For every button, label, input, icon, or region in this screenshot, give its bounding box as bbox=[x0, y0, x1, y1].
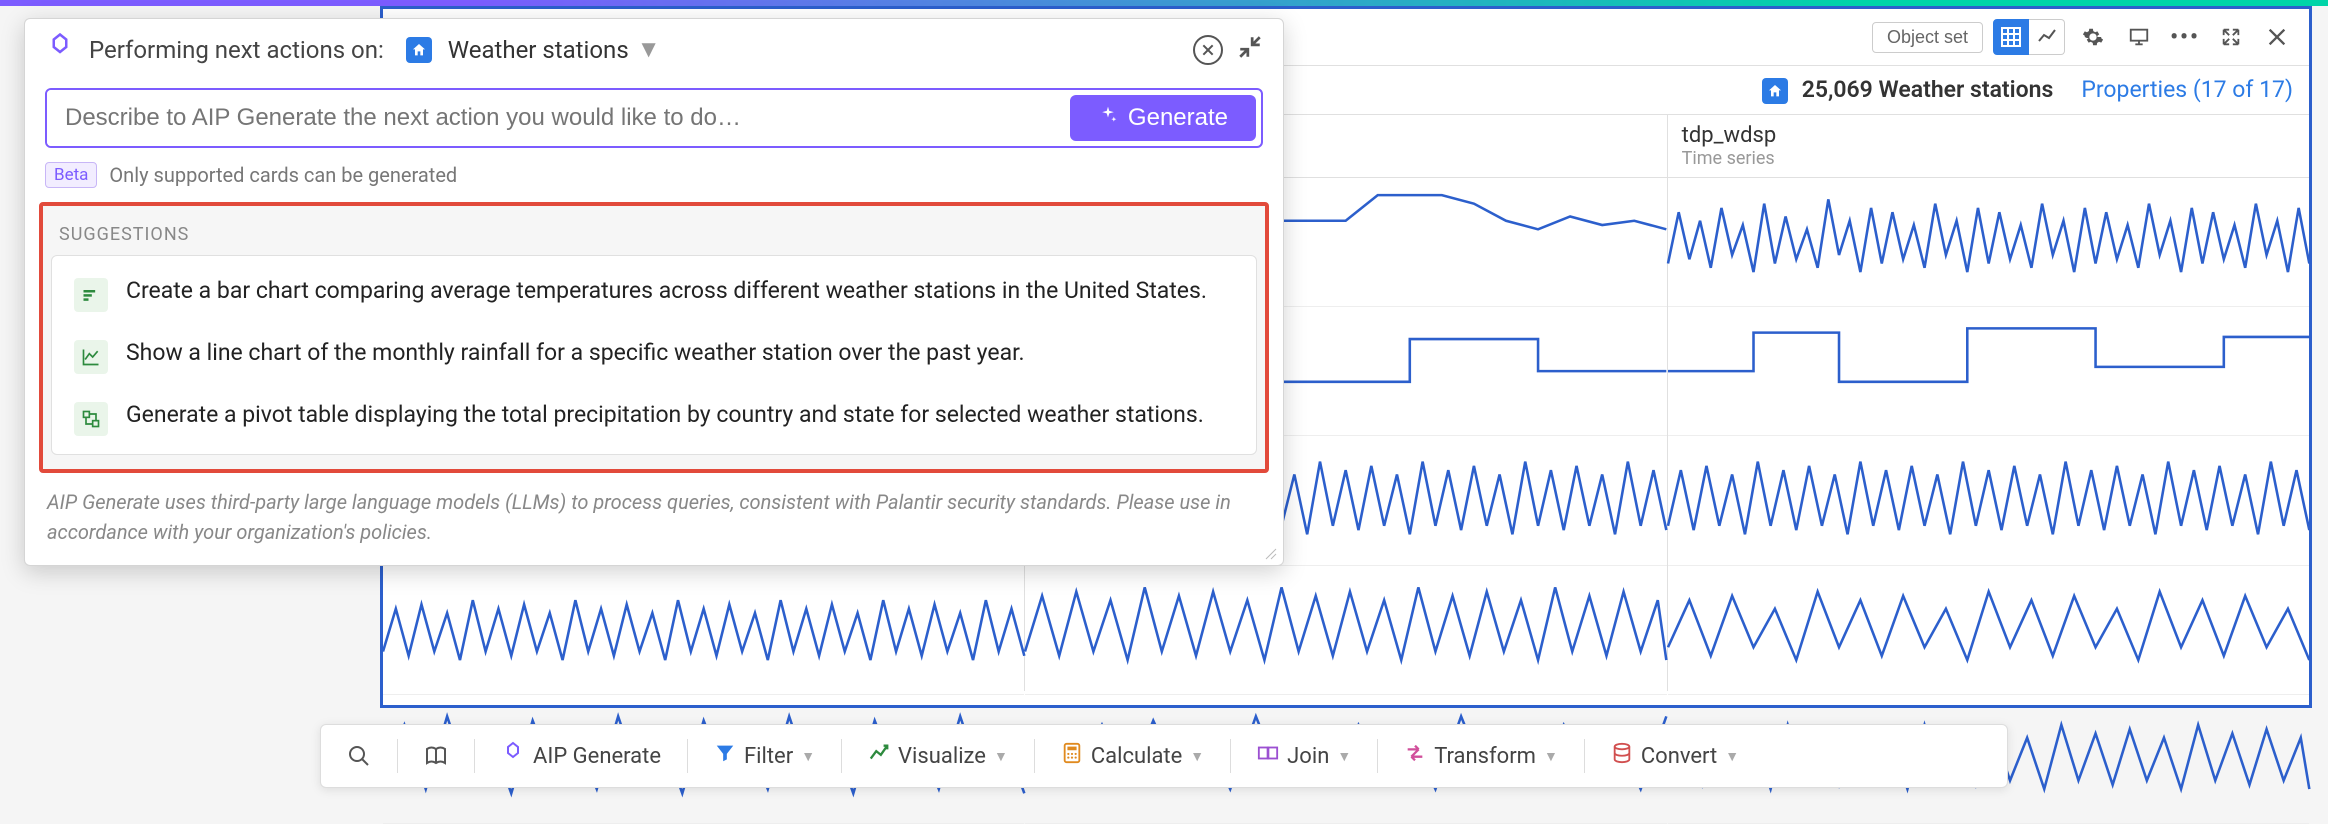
action-toolbar: AIP Generate Filter ▼ Visualize ▼ Calcul… bbox=[320, 724, 2008, 788]
close-icon[interactable] bbox=[2259, 19, 2295, 55]
suggestions-section: SUGGESTIONS Create a bar chart comparing… bbox=[39, 202, 1269, 473]
database-icon bbox=[1611, 742, 1633, 770]
chevron-down-icon: ▼ bbox=[1190, 748, 1204, 765]
visualize-button[interactable]: Visualize ▼ bbox=[854, 734, 1022, 778]
toolbar-label: Convert bbox=[1641, 744, 1717, 769]
calculate-button[interactable]: Calculate ▼ bbox=[1047, 734, 1218, 778]
properties-link[interactable]: Properties (17 of 17) bbox=[2081, 76, 2293, 103]
join-icon bbox=[1257, 742, 1279, 770]
chevron-down-icon: ▼ bbox=[1544, 748, 1558, 765]
resize-handle[interactable] bbox=[1263, 545, 1277, 559]
join-button[interactable]: Join ▼ bbox=[1243, 734, 1365, 778]
generate-button[interactable]: Generate bbox=[1070, 95, 1256, 141]
object-count: 25,069 Weather stations bbox=[1802, 76, 2054, 103]
home-icon bbox=[406, 37, 432, 63]
object-selector[interactable]: Weather stations ▼ bbox=[398, 31, 669, 68]
chevron-down-icon: ▼ bbox=[994, 748, 1008, 765]
sparkline-cell[interactable] bbox=[1668, 178, 2309, 307]
toolbar-label: Transform bbox=[1434, 744, 1536, 769]
expand-icon[interactable] bbox=[2213, 19, 2249, 55]
suggestion-text: Show a line chart of the monthly rainfal… bbox=[126, 336, 1025, 371]
line-chart-icon bbox=[74, 340, 108, 374]
calculator-icon bbox=[1061, 742, 1083, 770]
aip-logo-icon bbox=[501, 741, 525, 771]
sparkline-cell[interactable] bbox=[1668, 436, 2309, 565]
filter-icon bbox=[714, 742, 736, 770]
toolbar-label: Visualize bbox=[898, 744, 986, 769]
object-set-button[interactable]: Object set bbox=[1872, 22, 1983, 53]
beta-badge: Beta bbox=[45, 162, 97, 188]
search-button[interactable] bbox=[333, 736, 385, 776]
bar-chart-icon bbox=[74, 278, 108, 312]
toolbar-label: Join bbox=[1287, 744, 1329, 769]
suggestion-text: Create a bar chart comparing average tem… bbox=[126, 274, 1207, 309]
suggestion-item[interactable]: Create a bar chart comparing average tem… bbox=[52, 262, 1256, 324]
object-name: Weather stations bbox=[448, 36, 629, 64]
toolbar-label: Filter bbox=[744, 744, 793, 769]
suggestion-item[interactable]: Show a line chart of the monthly rainfal… bbox=[52, 324, 1256, 386]
chevron-down-icon: ▼ bbox=[1337, 748, 1351, 765]
chart-view-icon[interactable] bbox=[2029, 19, 2065, 55]
sparkline-cell[interactable] bbox=[1668, 566, 2309, 695]
toolbar-label: AIP Generate bbox=[533, 744, 661, 769]
present-icon[interactable] bbox=[2121, 19, 2157, 55]
aip-logo-icon bbox=[45, 32, 75, 68]
filter-button[interactable]: Filter ▼ bbox=[700, 734, 829, 778]
generate-label: Generate bbox=[1128, 104, 1228, 132]
disclaimer-text: AIP Generate uses third-party large lang… bbox=[25, 473, 1283, 565]
chevron-down-icon: ▼ bbox=[801, 748, 815, 765]
collapse-icon[interactable] bbox=[1237, 34, 1263, 66]
gear-icon[interactable] bbox=[2075, 19, 2111, 55]
transform-button[interactable]: Transform ▼ bbox=[1390, 734, 1572, 778]
table-view-icon[interactable] bbox=[1993, 19, 2029, 55]
sparkline-cell[interactable] bbox=[383, 566, 1024, 695]
sparkline-cell[interactable] bbox=[1668, 307, 2309, 436]
sparkline-cell[interactable] bbox=[1025, 566, 1666, 695]
beta-note: Only supported cards can be generated bbox=[109, 163, 457, 187]
aip-generate-button[interactable]: AIP Generate bbox=[487, 733, 675, 779]
aip-prompt-input[interactable] bbox=[47, 90, 1065, 146]
sparkle-icon bbox=[1098, 104, 1118, 132]
home-icon bbox=[1762, 78, 1788, 104]
chart-icon bbox=[868, 742, 890, 770]
aip-generate-panel: Performing next actions on: Weather stat… bbox=[24, 18, 1284, 566]
column-subtitle: Time series bbox=[1682, 148, 2295, 169]
book-button[interactable] bbox=[410, 736, 462, 776]
chevron-down-icon: ▼ bbox=[1725, 748, 1739, 765]
convert-button[interactable]: Convert ▼ bbox=[1597, 734, 1753, 778]
aip-performing-label: Performing next actions on: bbox=[89, 36, 384, 64]
suggestions-heading: SUGGESTIONS bbox=[51, 220, 1257, 255]
more-icon[interactable]: ••• bbox=[2167, 19, 2203, 55]
transform-icon bbox=[1404, 742, 1426, 770]
column-title: tdp_wdsp bbox=[1682, 123, 2295, 148]
suggestion-text: Generate a pivot table displaying the to… bbox=[126, 398, 1204, 433]
toolbar-label: Calculate bbox=[1091, 744, 1182, 769]
chevron-down-icon: ▼ bbox=[637, 35, 661, 64]
series-column: tdp_wdsp Time series bbox=[1668, 115, 2309, 691]
suggestion-item[interactable]: Generate a pivot table displaying the to… bbox=[52, 386, 1256, 448]
pivot-icon bbox=[74, 402, 108, 436]
cancel-circle-icon[interactable] bbox=[1193, 35, 1223, 65]
